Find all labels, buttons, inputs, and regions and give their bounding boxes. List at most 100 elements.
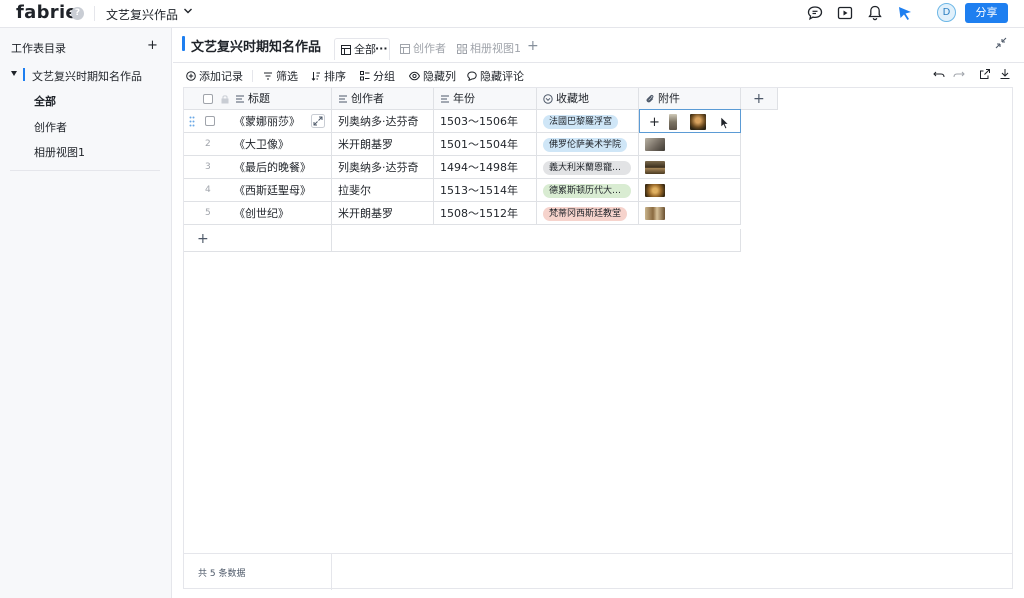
share-button[interactable]: 分享	[965, 3, 1008, 23]
cell-text: 《西斯廷聖母》	[234, 184, 311, 197]
divider	[331, 554, 332, 590]
page-title: 文艺复兴时期知名作品	[191, 40, 322, 55]
title-cell[interactable]: 5 《创世纪》	[184, 202, 332, 225]
header-attachment[interactable]: 附件	[639, 88, 741, 110]
attachment-cell[interactable]	[639, 133, 741, 156]
table-row[interactable]: 3 《最后的晚餐》 列奥纳多·达芬奇 1494～1498年 義大利米蘭恩寵聖母	[184, 156, 741, 179]
attachment-thumbnail[interactable]	[690, 114, 706, 130]
add-attachment-button[interactable]: +	[649, 111, 660, 134]
avatar[interactable]: D	[937, 3, 956, 22]
add-view-button[interactable]: +	[527, 38, 539, 54]
hide-fields-button[interactable]: 隐藏列	[409, 68, 456, 84]
add-record-label: 添加记录	[199, 70, 243, 83]
attachment-cell[interactable]	[639, 179, 741, 202]
column-label: 收藏地	[556, 92, 589, 105]
table-row[interactable]: 2 《大卫像》 米开朗基罗 1501～1504年 佛罗伦萨美术学院	[184, 133, 741, 156]
creator-cell[interactable]: 列奥纳多·达芬奇	[332, 156, 434, 179]
header-location[interactable]: 收藏地	[537, 88, 639, 110]
divider	[10, 170, 160, 171]
sidebar-view-creator[interactable]: 创作者	[34, 119, 67, 135]
creator-cell[interactable]: 拉斐尔	[332, 179, 434, 202]
add-record-button[interactable]: 添加记录	[186, 68, 243, 84]
workspace-name[interactable]: 文艺复兴作品	[106, 6, 178, 23]
grid-icon	[341, 45, 351, 55]
location-tag: 義大利米蘭恩寵聖母	[543, 161, 631, 175]
sidebar-table-label: 文艺复兴时期知名作品	[32, 70, 142, 83]
title-cell[interactable]: 4 《西斯廷聖母》	[184, 179, 332, 202]
undo-icon[interactable]	[933, 68, 945, 80]
video-icon[interactable]	[836, 4, 854, 22]
text-icon	[441, 95, 449, 103]
year-cell[interactable]: 1494～1498年	[434, 156, 537, 179]
toolbar: 添加记录 筛选 排序 分组 隐藏列 隐藏评论	[173, 62, 1024, 86]
year-cell[interactable]: 1501～1504年	[434, 133, 537, 156]
attachment-thumbnail[interactable]	[645, 207, 665, 220]
attachment-thumbnail[interactable]	[645, 184, 665, 197]
attachment-icon	[646, 94, 654, 103]
more-icon[interactable]: ···	[375, 38, 388, 60]
title-cell[interactable]: 《蒙娜丽莎》	[184, 110, 332, 133]
tab-label: 创作者	[413, 42, 446, 55]
add-column-button[interactable]: +	[741, 88, 778, 110]
location-cell[interactable]: 義大利米蘭恩寵聖母	[537, 156, 639, 179]
add-row-button[interactable]: +	[184, 229, 741, 252]
hide-comments-button[interactable]: 隐藏评论	[467, 68, 524, 84]
title-cell[interactable]: 2 《大卫像》	[184, 133, 332, 156]
app-logo[interactable]: fabrie	[16, 2, 78, 23]
row-checkbox[interactable]	[205, 116, 215, 126]
hide-comments-label: 隐藏评论	[480, 70, 524, 83]
add-sheet-button[interactable]: +	[147, 38, 158, 53]
location-cell[interactable]: 德累斯顿历代大师…	[537, 179, 639, 202]
year-cell[interactable]: 1513～1514年	[434, 179, 537, 202]
gallery-icon	[457, 44, 467, 54]
redo-icon[interactable]	[953, 68, 965, 80]
download-icon[interactable]	[999, 68, 1011, 80]
creator-cell[interactable]: 米开朗基罗	[332, 202, 434, 225]
attachment-thumbnail[interactable]	[645, 161, 665, 174]
table-row[interactable]: 4 《西斯廷聖母》 拉斐尔 1513～1514年 德累斯顿历代大师…	[184, 179, 741, 202]
bell-icon[interactable]	[866, 4, 884, 22]
sidebar-view-album[interactable]: 相册视图1	[34, 144, 85, 160]
header-title[interactable]: 标题	[184, 88, 332, 110]
eye-icon	[409, 71, 420, 81]
collapse-icon[interactable]	[995, 37, 1007, 49]
title-cell[interactable]: 3 《最后的晚餐》	[184, 156, 332, 179]
creator-cell[interactable]: 列奥纳多·达芬奇	[332, 110, 434, 133]
table-row[interactable]: 5 《创世纪》 米开朗基罗 1508～1512年 梵蒂冈西斯廷教堂	[184, 202, 741, 225]
filter-icon	[264, 72, 272, 80]
creator-cell[interactable]: 米开朗基罗	[332, 133, 434, 156]
tab-all[interactable]: 全部 ···	[334, 38, 390, 60]
sidebar-table-item[interactable]: 文艺复兴时期知名作品	[9, 66, 169, 84]
header-creator[interactable]: 创作者	[332, 88, 434, 110]
attachment-cell[interactable]: +	[639, 109, 741, 133]
table-row[interactable]: 《蒙娜丽莎》 列奥纳多·达芬奇 1503～1506年 法國巴黎羅浮宮 +	[184, 109, 741, 133]
attachment-thumbnail[interactable]	[645, 138, 665, 151]
group-button[interactable]: 分组	[360, 68, 395, 84]
sort-button[interactable]: 排序	[311, 68, 346, 84]
chevron-down-icon[interactable]	[183, 4, 193, 18]
year-cell[interactable]: 1503～1506年	[434, 110, 537, 133]
location-cell[interactable]: 法國巴黎羅浮宮	[537, 110, 639, 133]
year-cell[interactable]: 1508～1512年	[434, 202, 537, 225]
checkbox[interactable]	[203, 94, 213, 104]
chat-icon[interactable]	[806, 4, 824, 22]
sidebar-title: 工作表目录	[11, 42, 66, 55]
open-external-icon[interactable]	[979, 68, 991, 80]
drag-handle-icon[interactable]	[189, 116, 195, 127]
plus-icon: +	[197, 231, 209, 247]
caret-down-icon[interactable]	[11, 71, 17, 76]
location-cell[interactable]: 梵蒂冈西斯廷教堂	[537, 202, 639, 225]
filter-button[interactable]: 筛选	[263, 68, 298, 84]
sidebar-view-all[interactable]: 全部	[34, 93, 56, 109]
header-year[interactable]: 年份	[434, 88, 537, 110]
cursor-icon[interactable]	[896, 4, 914, 22]
expand-record-icon[interactable]	[311, 114, 325, 128]
plus-circle-icon	[186, 71, 196, 81]
tab-label: 相册视图1	[470, 42, 521, 55]
attachment-cell[interactable]	[639, 202, 741, 225]
location-cell[interactable]: 佛罗伦萨美术学院	[537, 133, 639, 156]
sort-icon	[311, 72, 320, 81]
attachment-thumbnail[interactable]	[669, 114, 677, 130]
help-icon[interactable]: ?	[71, 7, 84, 20]
attachment-cell[interactable]	[639, 156, 741, 179]
